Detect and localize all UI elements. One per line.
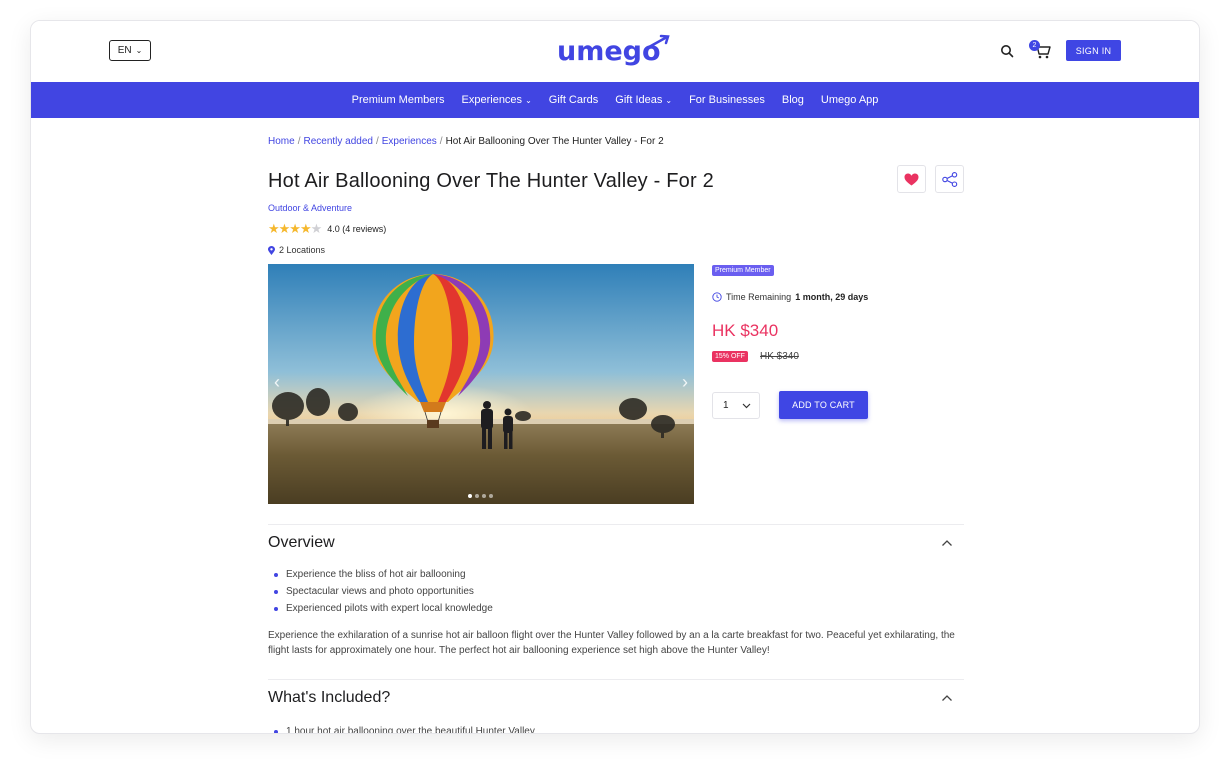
hot-air-balloon-photo bbox=[268, 264, 694, 504]
original-price: HK $340 bbox=[760, 351, 799, 362]
overview-description: Experience the exhilaration of a sunrise… bbox=[268, 630, 955, 656]
share-button[interactable] bbox=[935, 165, 964, 193]
nav-item-for-businesses[interactable]: For Businesses bbox=[689, 94, 765, 106]
product-title: Hot Air Ballooning Over The Hunter Valle… bbox=[268, 170, 714, 192]
nav-item-gift-cards[interactable]: Gift Cards bbox=[549, 94, 599, 106]
logo-text: umego bbox=[557, 36, 661, 67]
nav-label: Blog bbox=[781, 94, 804, 106]
carousel-dot[interactable] bbox=[475, 494, 479, 498]
breadcrumb: Home / Recently added / Experiences / Hot Air … bbox=[268, 136, 664, 147]
nav-item-blog[interactable]: Blog bbox=[782, 94, 804, 106]
list-item: Experienced pilots with expert local kno… bbox=[268, 600, 493, 617]
add-to-cart-button[interactable]: ADD TO CART bbox=[779, 391, 868, 419]
nav-label: Gift Cards bbox=[548, 94, 599, 106]
chevron-down-icon bbox=[742, 403, 751, 408]
top-bar: EN ⌄ umego 2 SIGN IN bbox=[31, 21, 1199, 82]
breadcrumb-recently-added[interactable]: Recently added bbox=[303, 136, 373, 147]
nav-label: For Businesses bbox=[689, 94, 765, 106]
product-image-carousel[interactable]: ‹ › bbox=[268, 264, 694, 504]
nav-item-umego-app[interactable]: Umego App bbox=[821, 94, 878, 106]
cart-count-badge: 2 bbox=[1029, 40, 1040, 51]
sale-price: HK $340 bbox=[712, 321, 779, 340]
language-label: EN bbox=[117, 45, 132, 56]
chevron-down-icon: ⌄ bbox=[665, 95, 673, 105]
section-divider bbox=[268, 679, 964, 680]
language-selector[interactable]: EN ⌄ bbox=[109, 40, 151, 61]
carousel-dot[interactable] bbox=[482, 494, 486, 498]
breadcrumb-current: Hot Air Ballooning Over The Hunter Valle… bbox=[445, 136, 664, 147]
sign-in-button[interactable]: SIGN IN bbox=[1066, 40, 1121, 61]
chevron-up-icon[interactable] bbox=[941, 539, 953, 547]
nav-item-premium-members[interactable]: Premium Members bbox=[352, 94, 445, 106]
overview-heading[interactable]: Overview bbox=[268, 534, 335, 552]
nav-label: Gift Ideas bbox=[615, 94, 663, 106]
chevron-down-icon: ⌄ bbox=[135, 46, 143, 55]
product-rating[interactable]: ★★★★★ 4.0 (4 reviews) bbox=[268, 221, 386, 237]
breadcrumb-home[interactable]: Home bbox=[268, 136, 295, 147]
time-remaining: Time Remaining 1 month, 29 days bbox=[712, 292, 868, 302]
section-divider bbox=[268, 524, 964, 525]
nav-item-gift-ideas[interactable]: Gift Ideas ⌄ bbox=[615, 94, 672, 106]
time-remaining-value: 1 month, 29 days bbox=[795, 292, 869, 302]
locations-text: 2 Locations bbox=[279, 245, 326, 255]
search-icon[interactable] bbox=[999, 43, 1015, 59]
carousel-dots bbox=[468, 494, 493, 498]
chevron-left-icon[interactable]: ‹ bbox=[274, 372, 280, 393]
quantity-select[interactable]: 1 bbox=[712, 392, 760, 419]
quantity-value: 1 bbox=[723, 400, 729, 411]
carousel-dot[interactable] bbox=[489, 494, 493, 498]
nav-label: Umego App bbox=[820, 94, 879, 106]
umego-logo[interactable]: umego bbox=[555, 33, 675, 71]
premium-member-badge: Premium Member bbox=[712, 265, 774, 276]
chevron-right-icon[interactable]: › bbox=[682, 372, 688, 393]
included-heading[interactable]: What's Included? bbox=[268, 689, 390, 707]
nav-item-experiences[interactable]: Experiences ⌄ bbox=[462, 94, 532, 106]
locations-link[interactable]: 2 Locations bbox=[268, 245, 325, 255]
chevron-down-icon: ⌄ bbox=[525, 95, 532, 105]
main-nav: Premium Members Experiences ⌄ Gift Cards… bbox=[31, 82, 1199, 118]
list-item: Experience the bliss of hot air ballooni… bbox=[268, 566, 493, 583]
carousel-dot[interactable] bbox=[468, 494, 472, 498]
product-category-link[interactable]: Outdoor & Adventure bbox=[268, 203, 352, 213]
list-item: 1 hour hot air ballooning over the beaut… bbox=[268, 723, 535, 733]
clock-icon bbox=[712, 292, 722, 302]
included-list: 1 hour hot air ballooning over the beaut… bbox=[268, 723, 535, 733]
overview-list: Experience the bliss of hot air ballooni… bbox=[268, 566, 493, 617]
time-remaining-label: Time Remaining bbox=[726, 292, 792, 302]
star-rating-icon: ★★★★★ bbox=[268, 221, 322, 236]
list-item: Spectacular views and photo opportunitie… bbox=[268, 583, 493, 600]
nav-label: Premium Members bbox=[351, 94, 445, 106]
rating-text: 4.0 (4 reviews) bbox=[327, 224, 387, 234]
breadcrumb-experiences[interactable]: Experiences bbox=[382, 136, 437, 147]
share-icon bbox=[941, 171, 957, 187]
heart-icon bbox=[904, 173, 919, 185]
chevron-up-icon[interactable] bbox=[941, 694, 953, 702]
nav-label: Experiences bbox=[461, 94, 523, 106]
location-pin-icon bbox=[268, 245, 275, 255]
discount-badge: 15% OFF bbox=[712, 351, 748, 362]
favorite-button[interactable] bbox=[897, 165, 926, 193]
page-frame: EN ⌄ umego 2 SIGN IN Premium Members Exp… bbox=[30, 20, 1200, 734]
